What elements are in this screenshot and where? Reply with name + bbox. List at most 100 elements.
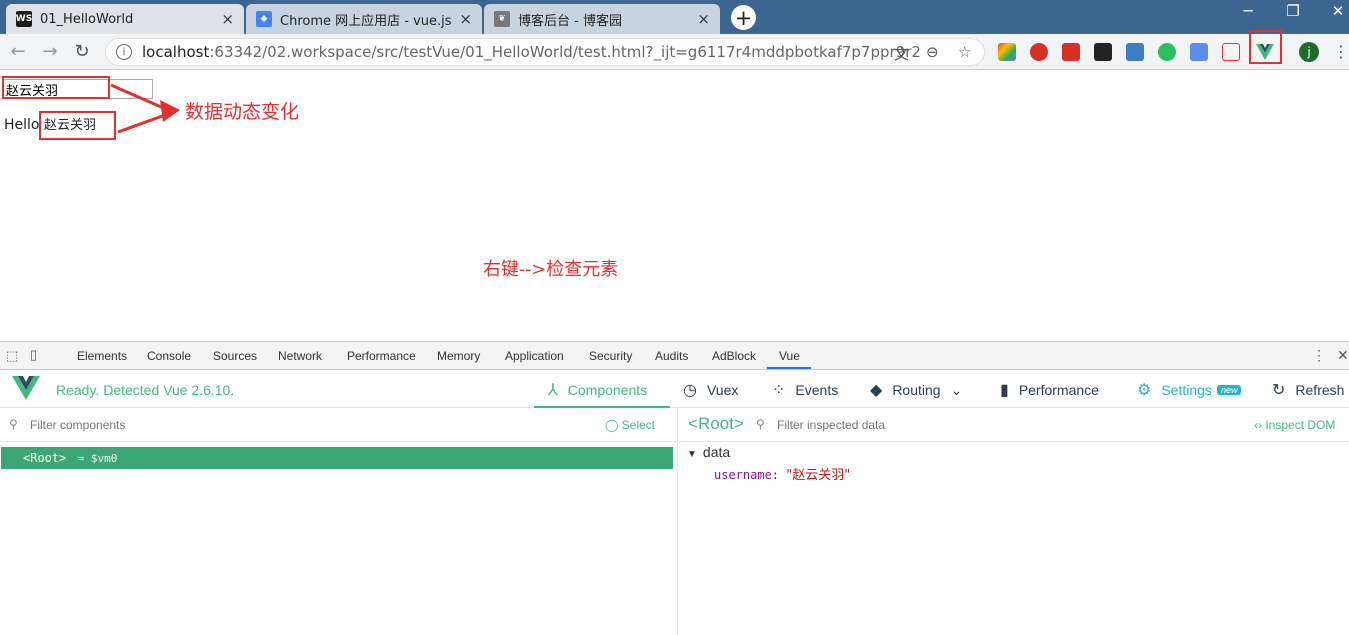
adblock-ext-icon[interactable] bbox=[1030, 43, 1048, 61]
vue-logo-icon bbox=[12, 376, 40, 400]
performance-icon: ▮ bbox=[1000, 382, 1009, 399]
target-icon: ◯ bbox=[605, 418, 619, 432]
components-active-indicator bbox=[534, 406, 670, 408]
nav-settings[interactable]: ⚙ Settings new bbox=[1137, 380, 1242, 400]
window-close-button[interactable]: ✕ bbox=[1318, 2, 1349, 20]
reload-button[interactable]: ↻ bbox=[70, 41, 94, 62]
nav-routing[interactable]: ◆ Routing ⌄ bbox=[870, 380, 962, 400]
translate-icon[interactable]: 文 bbox=[894, 43, 909, 64]
hello-highlight bbox=[39, 111, 116, 140]
nav-components-label: Components bbox=[567, 382, 648, 398]
filter-inspected-input[interactable] bbox=[777, 415, 1077, 435]
nav-refresh[interactable]: ↻ Refresh bbox=[1272, 380, 1344, 400]
data-section-header[interactable]: ▼ data bbox=[687, 444, 730, 460]
close-icon[interactable]: × bbox=[221, 10, 234, 28]
browser-menu-icon[interactable]: ⋮ bbox=[1333, 42, 1349, 61]
filter-components-input[interactable] bbox=[30, 415, 430, 435]
inspect-dom-button[interactable]: ‹› Inspect DOM bbox=[1254, 418, 1335, 432]
tab-elements[interactable]: Elements bbox=[77, 349, 127, 363]
title-bracket-open: < bbox=[688, 414, 698, 433]
prop-value[interactable]: "赵云关羽" bbox=[786, 468, 850, 483]
info-icon[interactable]: i bbox=[116, 44, 132, 60]
tab-security[interactable]: Security bbox=[589, 349, 632, 363]
cnblogs-icon: ❦ bbox=[494, 11, 510, 27]
root-tag-name: Root bbox=[30, 451, 60, 465]
close-icon[interactable]: × bbox=[459, 10, 472, 28]
tab-label: 博客后台 - 博客园 bbox=[518, 13, 622, 29]
tab-label: Chrome 网上应用店 - vue.js de bbox=[280, 13, 454, 29]
inspector-panel: <Root> ⚲ ‹› Inspect DOM ▼ data username: … bbox=[679, 409, 1349, 635]
tab-sources[interactable]: Sources bbox=[213, 349, 257, 363]
triangle-down-icon: ▼ bbox=[687, 449, 697, 460]
nav-performance[interactable]: ▮ Performance bbox=[1000, 380, 1099, 400]
restore-button[interactable]: ❐ bbox=[1273, 2, 1313, 20]
tab-adblock[interactable]: AdBlock bbox=[712, 349, 756, 363]
tab-network[interactable]: Network bbox=[278, 349, 322, 363]
nav-refresh-label: Refresh bbox=[1295, 382, 1345, 398]
close-icon[interactable]: × bbox=[697, 10, 710, 28]
root-tag-close: > bbox=[59, 451, 67, 465]
back-button[interactable]: ← bbox=[6, 41, 30, 62]
root-component-row[interactable]: <Root> = $vm0 bbox=[1, 447, 673, 469]
nav-events-label: Events bbox=[795, 382, 839, 398]
new-tab-button[interactable]: + bbox=[731, 5, 756, 30]
profile-avatar[interactable]: j bbox=[1299, 42, 1319, 62]
devtools-menu-icon[interactable]: ⋮ bbox=[1312, 347, 1326, 364]
inspected-title-text: Root bbox=[697, 414, 734, 433]
tab-chrome-store[interactable]: ◆ Chrome 网上应用店 - vue.js de × bbox=[246, 4, 482, 34]
devtools-close-icon[interactable]: ✕ bbox=[1337, 347, 1349, 364]
tab-application[interactable]: Application bbox=[505, 349, 564, 363]
tab-memory[interactable]: Memory bbox=[437, 349, 480, 363]
tampermonkey-ext-icon[interactable] bbox=[1094, 43, 1112, 61]
screenshot-ext-icon[interactable] bbox=[1126, 43, 1144, 61]
google-ext-icon[interactable] bbox=[998, 43, 1016, 61]
zoom-icon[interactable]: ⊖ bbox=[926, 43, 939, 61]
evernote-ext-icon[interactable] bbox=[1158, 43, 1176, 61]
tab-vue[interactable]: Vue bbox=[779, 349, 800, 363]
tab-console[interactable]: Console bbox=[147, 349, 191, 363]
nav-performance-label: Performance bbox=[1018, 382, 1099, 398]
data-section-label: data bbox=[702, 444, 731, 460]
annotation-inspect: 右键-->检查元素 bbox=[483, 259, 619, 280]
nav-events[interactable]: ⁘ Events bbox=[772, 380, 838, 400]
code-icon: ‹› bbox=[1254, 418, 1262, 432]
search-icon: ⚲ bbox=[9, 417, 18, 431]
bookmark-star-icon[interactable]: ☆ bbox=[958, 43, 971, 61]
prop-key: username bbox=[714, 468, 772, 482]
url-host: localhost bbox=[142, 43, 210, 61]
nav-vuex[interactable]: ◷ Vuex bbox=[683, 380, 738, 400]
username-property: username: "赵云关羽" bbox=[714, 464, 850, 483]
minimize-button[interactable]: ─ bbox=[1228, 2, 1268, 20]
pdf-ext-icon[interactable] bbox=[1222, 43, 1240, 61]
forward-button[interactable]: → bbox=[38, 41, 62, 62]
vue-status: Ready. Detected Vue 2.6.10. bbox=[56, 382, 235, 398]
annotation-data-change: 数据动态变化 bbox=[185, 101, 300, 123]
address-bar[interactable]: i localhost:63342/02.workspace/src/testV… bbox=[105, 38, 985, 66]
tab-blog-admin[interactable]: ❦ 博客后台 - 博客园 × bbox=[484, 4, 720, 34]
inspect-element-icon[interactable]: ⬚ bbox=[6, 348, 18, 364]
webstorm-icon: WS bbox=[16, 11, 32, 27]
component-tree-panel: ⚲ ◯ Select <Root> = $vm0 bbox=[0, 409, 678, 635]
nav-components[interactable]: ⅄ Components bbox=[548, 380, 647, 400]
root-vm-assign: = $vm0 bbox=[77, 452, 118, 465]
bird-ext-icon[interactable] bbox=[1190, 43, 1208, 61]
tab-performance[interactable]: Performance bbox=[347, 349, 416, 363]
events-icon: ⁘ bbox=[772, 382, 786, 399]
input-highlight bbox=[2, 76, 110, 99]
tab-audits[interactable]: Audits bbox=[655, 349, 688, 363]
page-content: Hello 赵云关羽 数据动态变化 右键-->检查元素 bbox=[0, 70, 1349, 341]
fe-helper-ext-icon[interactable] bbox=[1062, 43, 1080, 61]
device-toggle-icon[interactable]: ▯ bbox=[30, 347, 37, 363]
select-label: Select bbox=[621, 418, 656, 432]
new-badge: new bbox=[1216, 385, 1242, 395]
url-path: :63342/02.workspace/src/testVue/01_Hello… bbox=[209, 43, 921, 61]
tab-label: 01_HelloWorld bbox=[40, 11, 134, 27]
history-icon: ◷ bbox=[683, 382, 697, 399]
routing-icon: ◆ bbox=[870, 382, 883, 399]
select-button[interactable]: ◯ Select bbox=[605, 418, 655, 432]
tab-helloworld[interactable]: WS 01_HelloWorld × bbox=[6, 4, 244, 34]
title-bracket-close: > bbox=[733, 414, 744, 433]
component-filter-row: ⚲ ◯ Select bbox=[0, 409, 677, 442]
nav-routing-label: Routing bbox=[892, 382, 941, 398]
devtools-panel: ⬚ ▯ Elements Console Sources Network Per… bbox=[0, 341, 1349, 635]
